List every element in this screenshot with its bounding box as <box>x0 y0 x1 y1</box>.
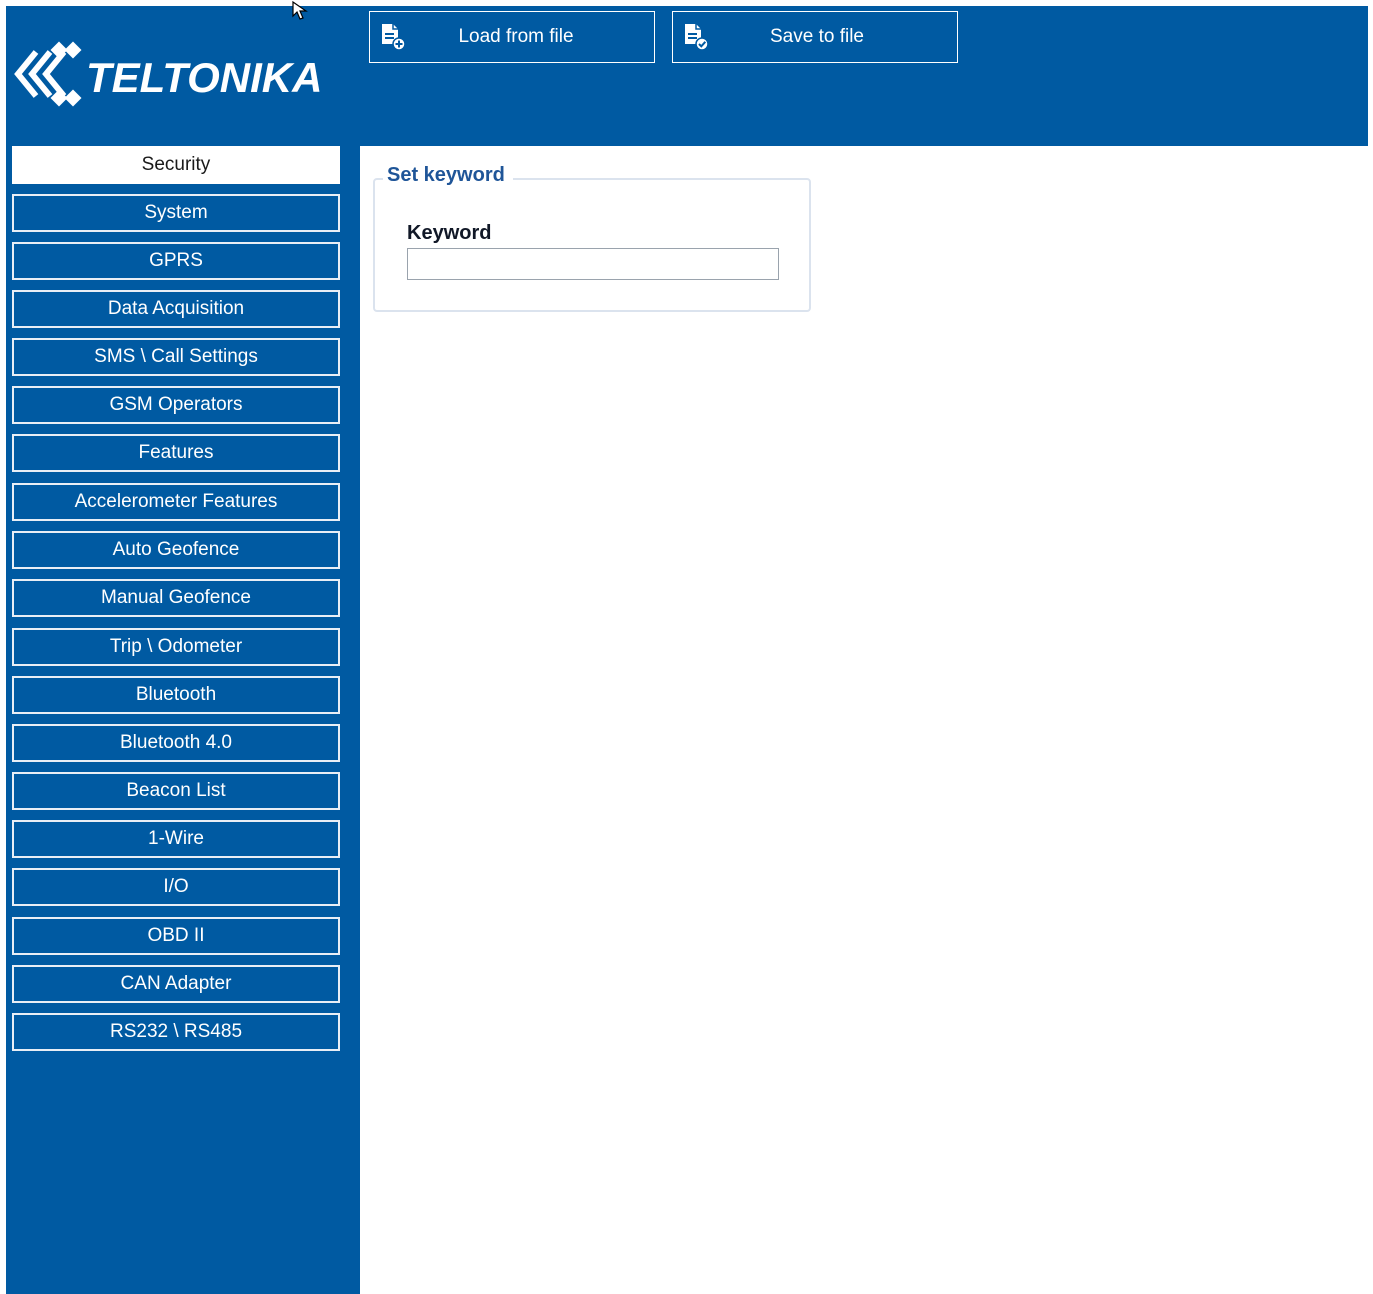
sidebar-item-label: Auto Geofence <box>112 539 240 560</box>
sidebar-item-features[interactable]: Features <box>12 434 340 472</box>
save-to-file-label: Save to file <box>770 26 864 47</box>
sidebar-item-label: 1-Wire <box>148 828 204 849</box>
set-keyword-group: Set keyword Keyword <box>373 164 811 312</box>
sidebar-item-label: Features <box>138 442 214 463</box>
logo-text: TELTONIKA <box>86 54 322 101</box>
load-from-file-label: Load from file <box>458 26 574 47</box>
sidebar-item-label: RS232 \ RS485 <box>109 1021 243 1042</box>
sidebar-item-label: GPRS <box>149 250 203 271</box>
sidebar-item-gsm-operators[interactable]: GSM Operators <box>12 386 340 424</box>
sidebar-item-label: I/O <box>163 876 189 897</box>
sidebar-item-rs232-rs485[interactable]: RS232 \ RS485 <box>12 1013 340 1051</box>
sidebar-item-trip-odometer[interactable]: Trip \ Odometer <box>12 628 340 666</box>
sidebar-item-sms-call-settings[interactable]: SMS \ Call Settings <box>12 338 340 376</box>
sidebar-item-auto-geofence[interactable]: Auto Geofence <box>12 531 340 569</box>
sidebar-item-label: Trip \ Odometer <box>109 636 243 657</box>
save-to-file-button[interactable]: Save to file <box>672 11 958 63</box>
sidebar-item-bluetooth-4[interactable]: Bluetooth 4.0 <box>12 724 340 762</box>
sidebar-item-accelerometer-features[interactable]: Accelerometer Features <box>12 483 340 521</box>
sidebar-item-system[interactable]: System <box>12 194 340 232</box>
settings-sidebar: Security System GPRS Data Acquisition SM… <box>6 146 360 1294</box>
keyword-label: Keyword <box>407 222 492 244</box>
sidebar-item-manual-geofence[interactable]: Manual Geofence <box>12 579 340 617</box>
sidebar-item-label: Bluetooth 4.0 <box>120 732 232 753</box>
sidebar-item-1-wire[interactable]: 1-Wire <box>12 820 340 858</box>
sidebar-item-label: Accelerometer Features <box>74 491 278 512</box>
sidebar-item-security[interactable]: Security <box>12 146 340 184</box>
teltonika-logo-graphic: TELTONIKA <box>14 41 322 107</box>
sidebar-item-bluetooth[interactable]: Bluetooth <box>12 676 340 714</box>
sidebar-item-label: SMS \ Call Settings <box>94 346 258 367</box>
header-bar: TELTONIKA Load from file Save to file <box>6 6 1368 146</box>
sidebar-item-can-adapter[interactable]: CAN Adapter <box>12 965 340 1003</box>
configurator-window: TELTONIKA Load from file Save to file Se… <box>6 0 1368 1294</box>
sidebar-item-data-acquisition[interactable]: Data Acquisition <box>12 290 340 328</box>
sidebar-item-label: Bluetooth <box>135 684 217 705</box>
sidebar-item-label: OBD II <box>147 925 205 946</box>
keyword-input[interactable] <box>407 248 779 280</box>
sidebar-item-label: Beacon List <box>126 780 226 801</box>
mouse-pointer-icon <box>291 0 313 22</box>
sidebar-item-label: Manual Geofence <box>101 587 251 608</box>
sidebar-item-label: CAN Adapter <box>120 973 232 994</box>
sidebar-item-label: Data Acquisition <box>107 298 245 319</box>
sidebar-item-label: Security <box>141 154 211 175</box>
load-from-file-button[interactable]: Load from file <box>369 11 655 63</box>
sidebar-item-label: GSM Operators <box>109 394 243 415</box>
teltonika-logo: TELTONIKA <box>10 38 355 110</box>
security-settings-panel: Set keyword Keyword <box>360 146 1368 1294</box>
sidebar-item-beacon-list[interactable]: Beacon List <box>12 772 340 810</box>
sidebar-item-obd-ii[interactable]: OBD II <box>12 917 340 955</box>
group-title: Set keyword <box>383 164 513 187</box>
sidebar-item-label: System <box>144 202 208 223</box>
sidebar-item-gprs[interactable]: GPRS <box>12 242 340 280</box>
sidebar-item-io[interactable]: I/O <box>12 868 340 906</box>
